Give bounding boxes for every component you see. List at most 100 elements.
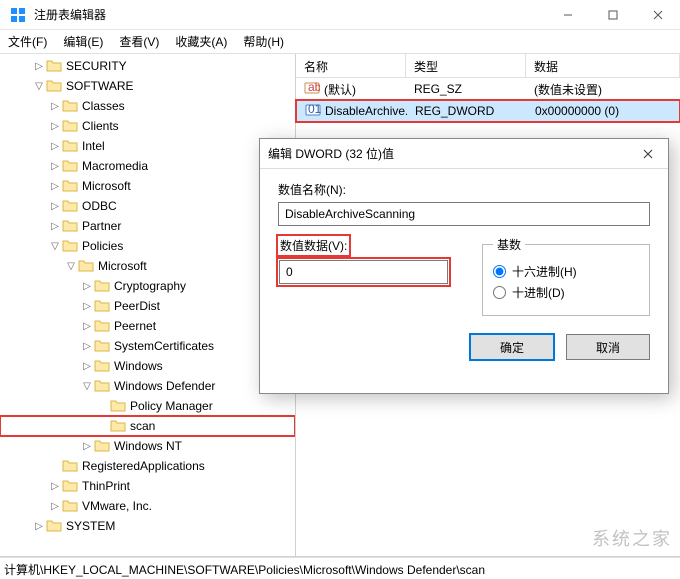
tree-item-label: RegisteredApplications [82, 459, 205, 473]
tree-item-label: Classes [82, 99, 125, 113]
chevron-right-icon[interactable]: ▷ [48, 479, 62, 493]
tree-item[interactable]: ▽SOFTWARE [0, 76, 295, 96]
menu-favorites[interactable]: 收藏夹(A) [175, 33, 227, 50]
folder-icon [94, 299, 110, 313]
chevron-down-icon[interactable]: ▽ [32, 79, 46, 93]
tree-item[interactable]: ▷Peernet [0, 316, 295, 336]
tree-item[interactable]: ▷Cryptography [0, 276, 295, 296]
tree-item[interactable]: ▷PeerDist [0, 296, 295, 316]
tree-item-label: SystemCertificates [114, 339, 214, 353]
chevron-right-icon[interactable]: ▷ [48, 499, 62, 513]
folder-icon [94, 279, 110, 293]
tree-item[interactable]: ▷ Windows NT [0, 436, 295, 456]
tree-pane[interactable]: ▷SECURITY▽SOFTWARE ▷ Classes ▷ Clients ▷ Intel… [0, 54, 296, 556]
folder-icon [94, 319, 110, 333]
folder-icon [62, 139, 78, 153]
menu-file[interactable]: 文件(F) [8, 33, 47, 50]
base-legend: 基数 [493, 236, 525, 253]
value-data-label: 数值数据(V): [280, 239, 347, 253]
menu-edit[interactable]: 编辑(E) [63, 33, 103, 50]
tree-item-label: ODBC [82, 199, 117, 213]
chevron-right-icon[interactable]: ▷ [80, 339, 94, 353]
chevron-right-icon[interactable]: ▷ [48, 139, 62, 153]
chevron-right-icon[interactable]: ▷ [80, 319, 94, 333]
dialog-close-button[interactable] [636, 142, 660, 166]
chevron-right-icon[interactable]: ▷ [48, 159, 62, 173]
tree-item[interactable]: ▷ ThinPrint [0, 476, 295, 496]
tree-item-label: Windows [114, 359, 163, 373]
cell-name: (默认) [324, 81, 356, 98]
cell-name: DisableArchive... [325, 104, 407, 118]
chevron-down-icon[interactable]: ▽ [80, 379, 94, 393]
folder-icon [46, 79, 62, 93]
radio-hex[interactable]: 十六进制(H) [493, 263, 639, 280]
tree-item[interactable]: ▷ Partner [0, 216, 295, 236]
radio-dec-input[interactable] [493, 286, 506, 299]
close-button[interactable] [635, 0, 680, 30]
tree-item[interactable]: ▷Macromedia [0, 156, 295, 176]
chevron-right-icon[interactable]: ▷ [48, 219, 62, 233]
ok-button[interactable]: 确定 [470, 334, 554, 360]
tree-item[interactable]: ▷ ODBC [0, 196, 295, 216]
tree-item[interactable]: Policy Manager [0, 396, 295, 416]
chevron-right-icon[interactable]: ▷ [32, 59, 46, 73]
tree-item[interactable]: scan [0, 416, 295, 436]
tree-item[interactable]: ▷ Clients [0, 116, 295, 136]
cancel-button[interactable]: 取消 [566, 334, 650, 360]
tree-item-label: Windows NT [114, 439, 182, 453]
app-icon [10, 7, 26, 23]
tree-item-label: Intel [82, 139, 105, 153]
tree-item[interactable]: ▽Policies [0, 236, 295, 256]
value-data-input[interactable] [279, 260, 448, 284]
folder-icon [62, 219, 78, 233]
chevron-right-icon[interactable]: ▷ [48, 119, 62, 133]
value-name-label: 数值名称(N): [278, 181, 650, 198]
tree-item-label: Clients [82, 119, 119, 133]
tree-item[interactable]: ▷SYSTEM [0, 516, 295, 536]
column-type[interactable]: 类型 [406, 54, 526, 77]
tree-item[interactable]: ▷ Windows [0, 356, 295, 376]
folder-icon [62, 239, 78, 253]
folder-icon [94, 439, 110, 453]
tree-item-label: Microsoft [98, 259, 147, 273]
dialog-titlebar: 编辑 DWORD (32 位)值 [260, 139, 668, 169]
reg-binary-icon: 011 [305, 102, 321, 121]
list-row[interactable]: 011DisableArchive...REG_DWORD0x00000000 … [296, 100, 680, 122]
tree-item[interactable]: ▷Microsoft [0, 176, 295, 196]
list-row[interactable]: ab(默认)REG_SZ(数值未设置) [296, 78, 680, 100]
cell-type: REG_DWORD [407, 104, 527, 118]
window-title: 注册表编辑器 [34, 6, 545, 23]
column-data[interactable]: 数据 [526, 54, 680, 77]
tree-item[interactable]: ▷SECURITY [0, 56, 295, 76]
tree-item[interactable]: ▷ SystemCertificates [0, 336, 295, 356]
chevron-down-icon[interactable]: ▽ [64, 259, 78, 273]
chevron-right-icon[interactable]: ▷ [80, 359, 94, 373]
chevron-right-icon[interactable]: ▷ [80, 299, 94, 313]
tree-item[interactable]: ▷ Intel [0, 136, 295, 156]
chevron-right-icon[interactable]: ▷ [80, 279, 94, 293]
chevron-down-icon[interactable]: ▽ [48, 239, 62, 253]
folder-icon [94, 379, 110, 393]
tree-item[interactable]: ▷ Classes [0, 96, 295, 116]
chevron-right-icon[interactable]: ▷ [48, 99, 62, 113]
folder-icon [62, 99, 78, 113]
tree-item-label: Partner [82, 219, 121, 233]
chevron-right-icon[interactable]: ▷ [48, 199, 62, 213]
chevron-right-icon[interactable]: ▷ [80, 439, 94, 453]
tree-item[interactable]: ▽ Microsoft [0, 256, 295, 276]
radio-dec[interactable]: 十进制(D) [493, 284, 639, 301]
tree-item-label: ThinPrint [82, 479, 130, 493]
minimize-button[interactable] [545, 0, 590, 30]
reg-string-icon: ab [304, 80, 320, 99]
column-name[interactable]: 名称 [296, 54, 406, 77]
tree-item[interactable]: ▽Windows Defender [0, 376, 295, 396]
twisty-empty [96, 419, 110, 433]
chevron-right-icon[interactable]: ▷ [32, 519, 46, 533]
radio-hex-input[interactable] [493, 265, 506, 278]
menu-help[interactable]: 帮助(H) [243, 33, 284, 50]
tree-item[interactable]: ▷VMware, Inc. [0, 496, 295, 516]
maximize-button[interactable] [590, 0, 635, 30]
tree-item[interactable]: RegisteredApplications [0, 456, 295, 476]
chevron-right-icon[interactable]: ▷ [48, 179, 62, 193]
menu-view[interactable]: 查看(V) [119, 33, 159, 50]
